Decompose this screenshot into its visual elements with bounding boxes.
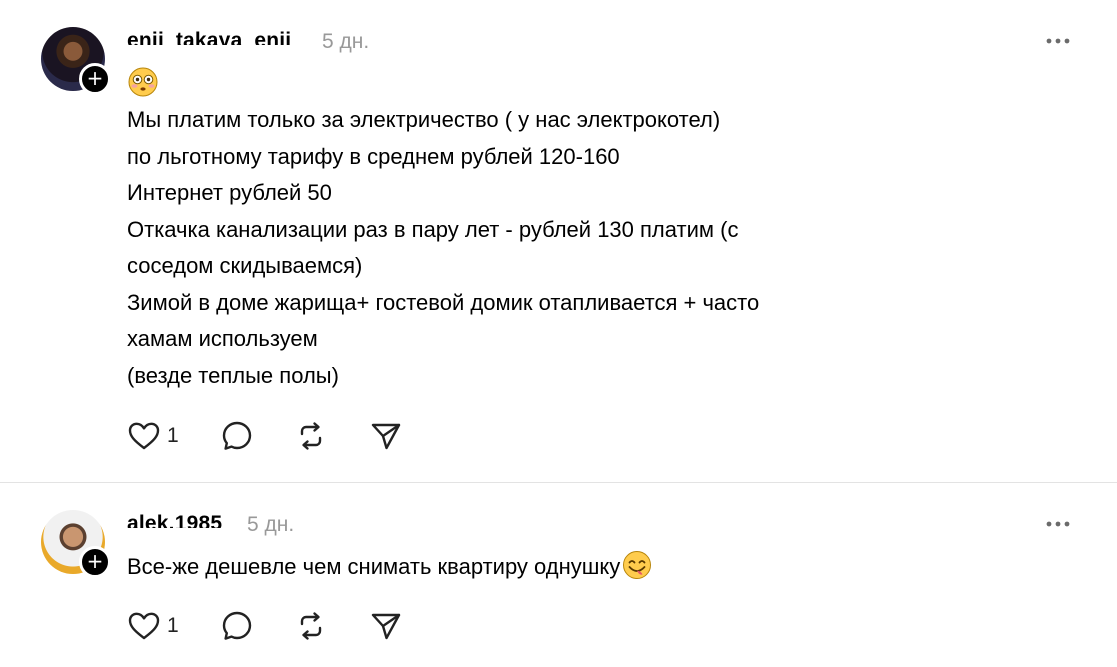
username[interactable]: enji_takaya_enji bbox=[127, 28, 291, 45]
face-savoring-food-icon bbox=[623, 551, 652, 579]
action-bar: 1 bbox=[127, 419, 427, 453]
comment-icon bbox=[222, 421, 252, 450]
reply-button[interactable] bbox=[220, 419, 254, 453]
heart-icon bbox=[128, 422, 160, 450]
heart-icon bbox=[128, 612, 160, 640]
username[interactable]: alek.1985 bbox=[127, 511, 222, 528]
reply-button[interactable] bbox=[220, 609, 254, 643]
post-card: + enji_takaya_enji 5 дн. Мы платим тольк… bbox=[0, 0, 1117, 482]
post-text-content: Все-же дешевле чем снимать квартиру одну… bbox=[127, 554, 621, 579]
repost-icon bbox=[300, 612, 322, 640]
follow-button[interactable]: + bbox=[79, 63, 111, 95]
comment-icon bbox=[222, 611, 252, 640]
send-icon bbox=[371, 613, 401, 640]
flushed-face-icon bbox=[128, 67, 158, 97]
timestamp[interactable]: 5 дн. bbox=[247, 512, 294, 537]
repost-button[interactable] bbox=[294, 419, 328, 453]
repost-icon bbox=[300, 422, 322, 450]
timestamp[interactable]: 5 дн. bbox=[322, 29, 369, 54]
share-button[interactable] bbox=[369, 419, 403, 453]
post-text: Все-же дешевле чем снимать квартиру одну… bbox=[127, 549, 652, 586]
like-count: 1 bbox=[167, 614, 179, 637]
more-horizontal-icon[interactable] bbox=[1046, 38, 1070, 44]
post-text: Мы платим только за электричество ( у на… bbox=[127, 107, 760, 388]
send-icon bbox=[371, 423, 401, 450]
like-button[interactable]: 1 bbox=[127, 609, 187, 643]
action-bar: 1 bbox=[127, 609, 427, 643]
follow-button[interactable]: + bbox=[79, 546, 111, 578]
more-horizontal-icon[interactable] bbox=[1046, 521, 1070, 527]
like-count: 1 bbox=[167, 424, 179, 447]
like-button[interactable]: 1 bbox=[127, 419, 187, 453]
share-button[interactable] bbox=[369, 609, 403, 643]
repost-button[interactable] bbox=[294, 609, 328, 643]
post-card: + alek.1985 5 дн. Все-же дешевле чем сни… bbox=[0, 483, 1117, 667]
